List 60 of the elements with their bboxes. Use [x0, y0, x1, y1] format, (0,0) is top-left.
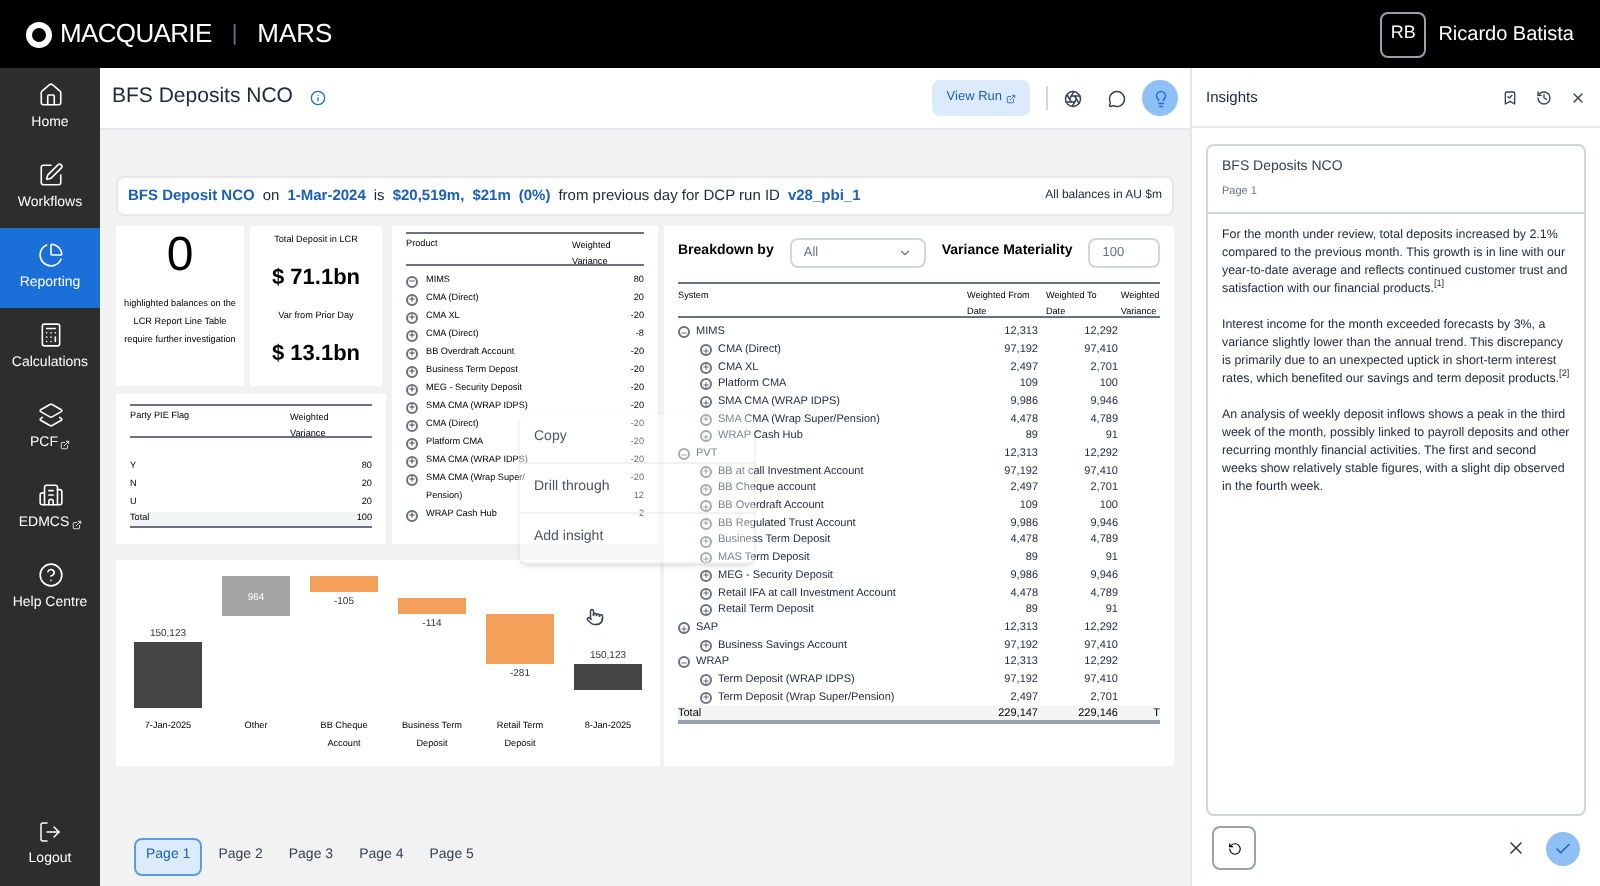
- expand-icon[interactable]: [406, 401, 418, 413]
- pie-chart-icon: [37, 241, 63, 268]
- expand-icon[interactable]: [406, 311, 418, 323]
- expand-icon[interactable]: [700, 691, 712, 704]
- info-icon[interactable]: [310, 90, 327, 106]
- pointer-cursor-icon: [586, 608, 604, 626]
- home-icon: [37, 81, 63, 108]
- logout-icon: [38, 820, 62, 845]
- pen-square-icon: [37, 161, 63, 188]
- expand-icon[interactable]: [406, 473, 418, 485]
- expand-icon[interactable]: [406, 383, 418, 395]
- divider-text: |: [231, 19, 238, 50]
- expand-icon[interactable]: [700, 396, 712, 409]
- logo-icon: [26, 21, 52, 47]
- building-icon: [37, 481, 63, 508]
- highlight-count: 0: [166, 230, 194, 282]
- app-name: MARS: [257, 16, 333, 53]
- collapse-icon[interactable]: [678, 326, 690, 339]
- total-value: $ 71.1bn: [271, 263, 361, 294]
- expand-icon[interactable]: [700, 604, 712, 617]
- lightbulb-icon: [1151, 89, 1169, 107]
- chevron-down-icon: [897, 246, 912, 260]
- expand-icon[interactable]: [406, 329, 418, 341]
- bookmark-icon[interactable]: [1502, 89, 1518, 105]
- user-avatar[interactable]: RB: [1380, 11, 1427, 57]
- user-name: Ricardo Batista: [1438, 21, 1574, 49]
- close-icon[interactable]: [1570, 89, 1586, 105]
- aperture-icon[interactable]: [1064, 89, 1082, 107]
- lightbulb-button[interactable]: [1142, 80, 1178, 116]
- layers-icon: [37, 401, 63, 428]
- page-title: BFS Deposits NCO: [112, 82, 293, 113]
- discard-icon[interactable]: [1506, 838, 1526, 858]
- expand-icon[interactable]: [678, 622, 690, 635]
- logo-text: MACQUARIE: [60, 16, 212, 53]
- expand-icon[interactable]: [700, 344, 712, 357]
- history-icon[interactable]: [1536, 89, 1552, 105]
- chat-icon[interactable]: [1108, 89, 1126, 107]
- expand-icon[interactable]: [700, 639, 712, 652]
- expand-icon[interactable]: [700, 569, 712, 582]
- collapse-icon[interactable]: [678, 656, 690, 669]
- help-icon: [37, 561, 63, 588]
- expand-icon[interactable]: [700, 361, 712, 374]
- expand-icon[interactable]: [700, 378, 712, 391]
- expand-icon[interactable]: [406, 437, 418, 449]
- expand-icon[interactable]: [406, 365, 418, 377]
- confirm-button[interactable]: [1546, 831, 1580, 865]
- collapse-icon[interactable]: [406, 275, 418, 287]
- external-link-icon: [1006, 93, 1016, 103]
- expand-icon[interactable]: [700, 674, 712, 687]
- expand-icon[interactable]: [406, 419, 418, 431]
- refresh-icon: [1227, 841, 1241, 855]
- expand-icon[interactable]: [700, 587, 712, 600]
- calculator-icon: [37, 321, 63, 348]
- expand-icon[interactable]: [406, 293, 418, 305]
- expand-icon[interactable]: [406, 455, 418, 467]
- expand-icon[interactable]: [406, 509, 418, 521]
- check-icon: [1554, 839, 1572, 857]
- regenerate-button[interactable]: [1212, 826, 1256, 870]
- var-value: $ 13.1bn: [271, 340, 361, 371]
- expand-icon[interactable]: [406, 347, 418, 359]
